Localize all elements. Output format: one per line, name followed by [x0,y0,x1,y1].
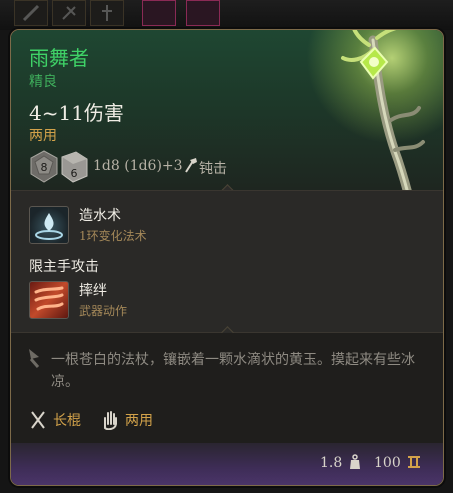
inventory-slot[interactable] [142,0,176,26]
quill-icon [29,349,40,368]
property-weapon-type: 长棍 [53,413,81,429]
inventory-slot[interactable] [90,0,124,26]
spell-name[interactable]: 造水术 [79,205,121,225]
weapon-icon [102,5,112,21]
tooltip-footer: 1.8 100 [11,443,443,485]
property-handedness: 两用 [125,413,153,429]
water-drop-icon[interactable] [29,206,69,244]
item-description: 一根苍白的法杖，镶嵌着一颗水滴状的黄玉。摸起来有些冰凉。 [51,352,415,390]
item-rarity: 精良 [29,74,57,90]
item-price: 100 [374,455,401,471]
item-tooltip: 雨舞者 精良 4~11伤害 两用 8 6 1d8 (1d6)+3 钝击 造水术 … [10,29,444,486]
weapon-icon [22,4,40,22]
weight-icon [350,454,360,469]
action-subtitle: 武器动作 [79,304,128,318]
inventory-slot[interactable] [14,0,48,26]
dice-icon: 8 6 [30,150,88,183]
inventory-slot[interactable] [186,0,220,26]
spell-section: 造水术 1环变化法术 限主手攻击 摔绊 武器动作 [11,191,443,332]
bludgeoning-icon [184,157,198,177]
quarterstaff-icon [31,411,45,429]
handedness-label: 两用 [29,128,57,144]
damage-range: 4~11伤害 [29,101,124,125]
weapon-icon [62,6,76,20]
d8-value: 8 [41,161,48,174]
action-name[interactable]: 摔绊 [79,280,107,300]
inventory-slot[interactable] [52,0,86,26]
gold-coin-icon [408,456,420,468]
topple-icon[interactable] [29,281,69,319]
hand-icon [104,411,117,430]
d6-value: 6 [71,167,78,180]
damage-type: 钝击 [199,161,227,177]
item-name: 雨舞者 [29,46,89,70]
main-hand-label: 限主手攻击 [29,259,99,275]
spell-subtitle: 1环变化法术 [79,229,147,243]
inventory-strip [0,0,453,30]
tooltip-header: 雨舞者 精良 4~11伤害 两用 8 6 1d8 (1d6)+3 钝击 [11,30,443,260]
item-weight: 1.8 [320,455,343,471]
dice-formula: 1d8 (1d6)+3 [93,158,183,174]
